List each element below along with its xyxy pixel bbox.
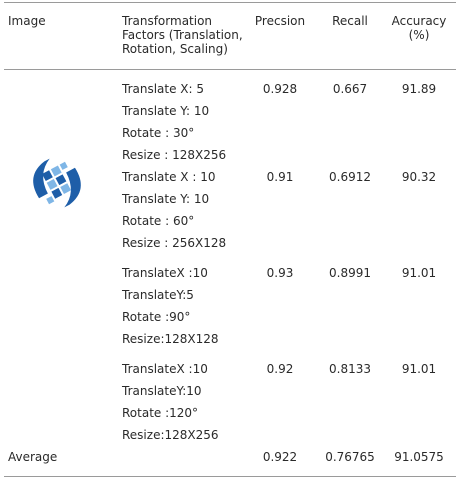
bottom-rule [4, 476, 456, 477]
row-2-translate-x: Translate X : 10 [122, 170, 216, 184]
row-3-rotate: Rotate :90° [122, 310, 191, 324]
row-4-precision: 0.92 [266, 362, 294, 376]
row-4-recall: 0.8133 [329, 362, 371, 376]
row-1-translate-y: Translate Y: 10 [122, 104, 210, 118]
header-image: Image [8, 14, 46, 28]
row-3-resize: Resize:128X128 [122, 332, 219, 346]
row-2-precision: 0.91 [266, 170, 294, 184]
row-2-recall: 0.6912 [329, 170, 371, 184]
header-rule [4, 69, 456, 70]
row-1-translate-x: Translate X: 5 [122, 82, 205, 96]
top-rule [4, 2, 456, 3]
row-2-translate-y: Translate Y: 10 [122, 192, 210, 206]
average-recall: 0.76765 [325, 450, 375, 464]
row-1-resize: Resize : 128X256 [122, 148, 227, 162]
header-accuracy: Accuracy (%) [391, 14, 447, 42]
row-2-rotate: Rotate : 60° [122, 214, 195, 228]
row-1-rotate: Rotate : 30° [122, 126, 195, 140]
row-4-translate-y: TranslateY:10 [122, 384, 202, 398]
row-1-factors: Translate X: 5 Translate Y: 10 Rotate : … [122, 78, 226, 166]
row-3-translate-x: TranslateX :10 [122, 266, 208, 280]
row-1-recall: 0.667 [332, 82, 368, 96]
row-1-precision: 0.928 [262, 82, 298, 96]
row-4-resize: Resize:128X256 [122, 428, 219, 442]
row-3-translate-y: TranslateY:5 [122, 288, 194, 302]
row-4-rotate: Rotate :120° [122, 406, 199, 420]
row-3-accuracy: 91.01 [401, 266, 437, 280]
row-2-resize: Resize : 256X128 [122, 236, 227, 250]
average-precision: 0.922 [262, 450, 298, 464]
header-precision: Precsion [254, 14, 306, 28]
row-4-factors: TranslateX :10 TranslateY:10 Rotate :120… [122, 358, 219, 446]
row-3-recall: 0.8991 [329, 266, 371, 280]
row-2-factors: Translate X : 10 Translate Y: 10 Rotate … [122, 166, 226, 254]
row-2-accuracy: 90.32 [401, 170, 437, 184]
row-4-translate-x: TranslateX :10 [122, 362, 208, 376]
average-label: Average [8, 450, 58, 464]
row-4-accuracy: 91.01 [401, 362, 437, 376]
transformed-logo-image [33, 158, 81, 208]
row-1-accuracy: 91.89 [401, 82, 437, 96]
row-3-factors: TranslateX :10 TranslateY:5 Rotate :90° … [122, 262, 219, 350]
average-accuracy: 91.0575 [394, 450, 444, 464]
header-recall: Recall [332, 14, 368, 28]
header-factors: Transformation Factors (Translation, Rot… [122, 14, 243, 56]
row-3-precision: 0.93 [266, 266, 294, 280]
